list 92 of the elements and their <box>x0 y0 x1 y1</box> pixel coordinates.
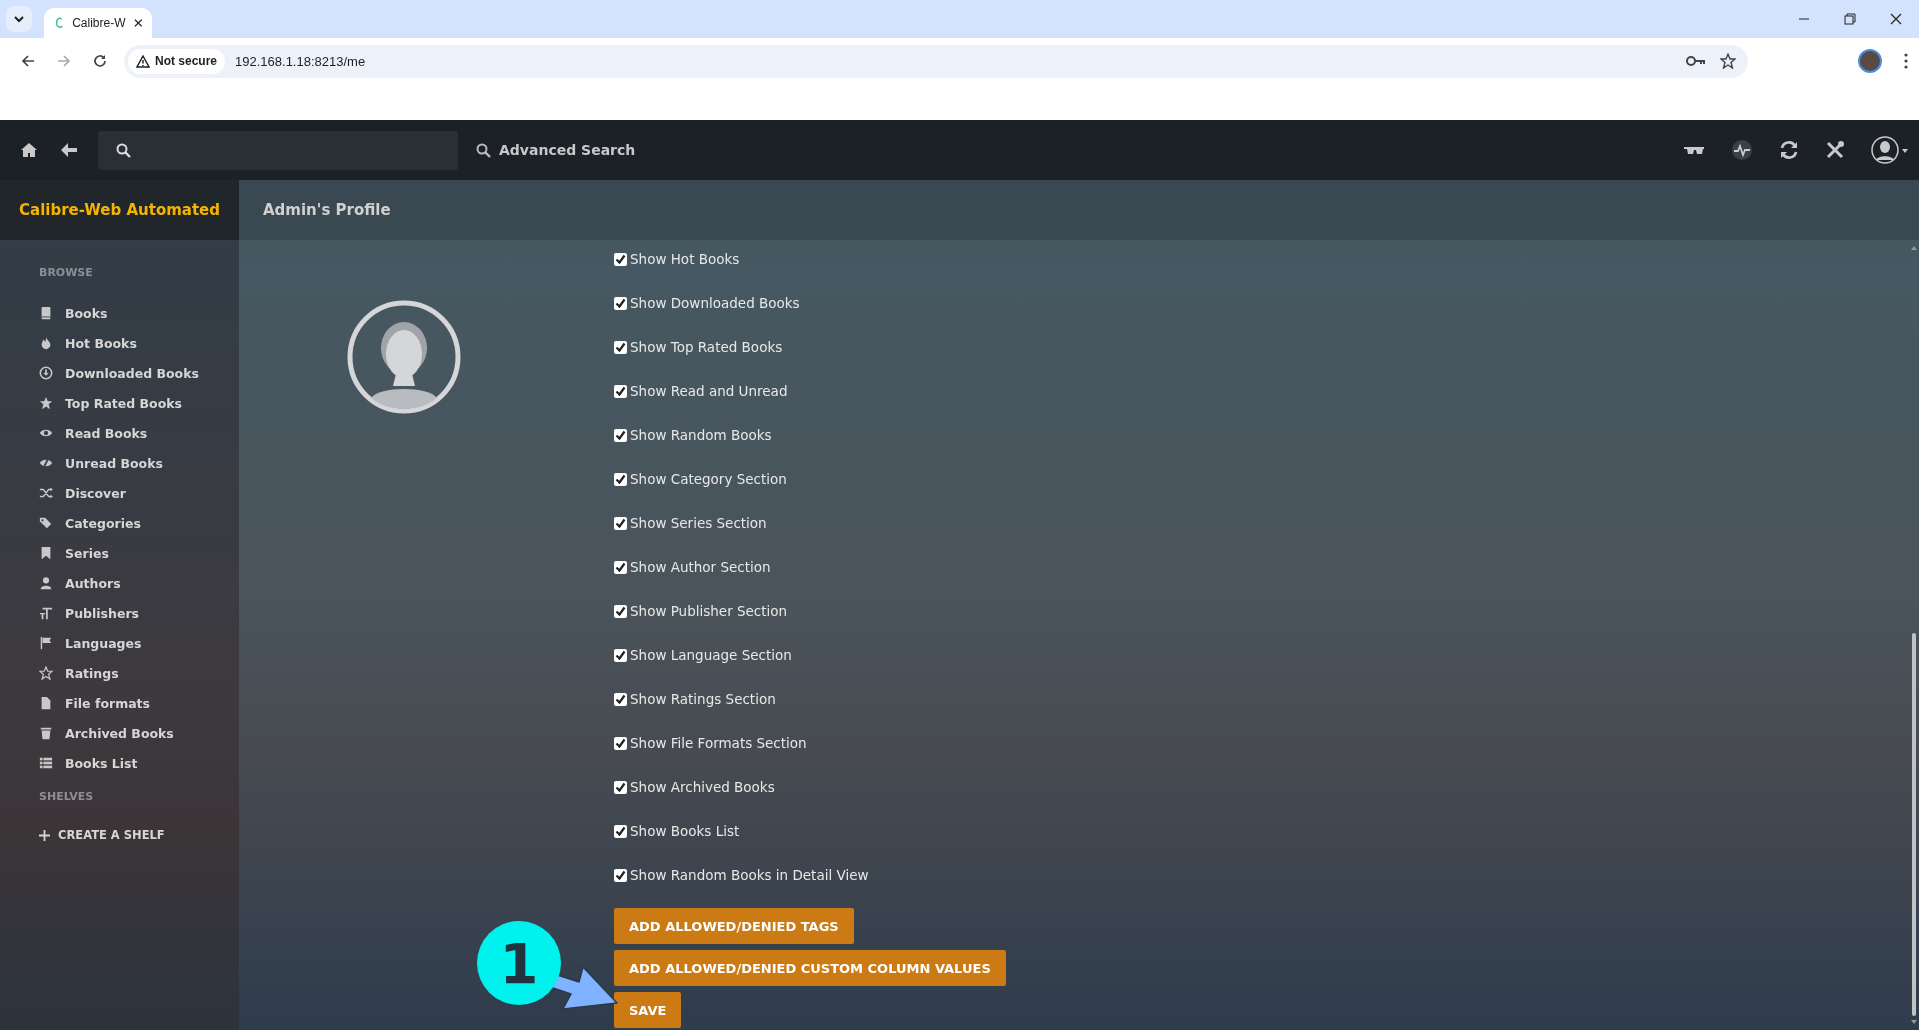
key-icon[interactable] <box>1686 55 1706 67</box>
brand-title[interactable]: Calibre-Web Automated <box>0 180 239 240</box>
list-icon <box>39 756 53 770</box>
shuffle-icon <box>39 486 53 500</box>
section-heading: BROWSE <box>39 264 94 281</box>
text-size-icon <box>39 606 53 620</box>
trash-icon <box>39 726 53 740</box>
checkbox-label: Show Random Books in Detail View <box>630 867 869 883</box>
sidebar-item[interactable]: Read Books <box>39 418 239 448</box>
sync-icon[interactable] <box>1779 140 1799 160</box>
sidebar-item[interactable]: File formats <box>39 688 239 718</box>
warning-icon <box>136 54 150 68</box>
sidebar-item[interactable]: Top Rated Books <box>39 388 239 418</box>
checkbox[interactable] <box>614 252 627 266</box>
sidebar-item[interactable]: Books List <box>39 748 239 778</box>
checkbox[interactable] <box>614 824 627 838</box>
home-icon[interactable] <box>20 142 38 158</box>
sidebar-item[interactable]: Series <box>39 538 239 568</box>
file-icon <box>39 696 53 710</box>
checkbox-label: Show Books List <box>630 823 740 839</box>
checkbox[interactable] <box>614 340 627 354</box>
checkbox-label: Show Category Section <box>630 471 787 487</box>
back-arrow-icon[interactable] <box>21 54 35 68</box>
checkbox[interactable] <box>614 560 627 574</box>
sidebar-item[interactable]: Downloaded Books <box>39 358 239 388</box>
chevron-down-icon <box>13 13 25 25</box>
search-icon <box>476 142 491 158</box>
sidebar-item[interactable]: Ratings <box>39 658 239 688</box>
back-arrow-icon[interactable] <box>60 142 78 158</box>
search-field[interactable] <box>98 130 458 170</box>
checkbox[interactable] <box>614 428 627 442</box>
checkbox-label: Show File Formats Section <box>630 735 807 751</box>
tools-icon[interactable] <box>1825 140 1845 160</box>
checkbox-label: Show Ratings Section <box>630 691 776 707</box>
create-shelf-link[interactable]: CREATE A SHELF <box>39 828 239 842</box>
reload-icon[interactable] <box>93 54 107 68</box>
plus-icon <box>39 829 50 841</box>
checkbox-label: Show Publisher Section <box>630 603 788 619</box>
profile-avatar[interactable] <box>1858 49 1882 73</box>
flag-icon <box>39 636 53 650</box>
checkbox[interactable] <box>614 516 627 530</box>
sidebar-item[interactable]: Books <box>39 298 239 328</box>
search-icon <box>116 142 131 158</box>
sidebar-item[interactable]: Authors <box>39 568 239 598</box>
eye-slash-icon <box>39 456 53 470</box>
checkbox-label: Show Read and Unread <box>630 383 788 399</box>
checkbox-label: Show Author Section <box>630 559 771 575</box>
checkbox-label: Show Random Books <box>630 427 772 443</box>
address-text[interactable]: 192.168.1.18:8213/me <box>235 53 366 69</box>
sidebar-item[interactable]: Unread Books <box>39 448 239 478</box>
sidebar-item[interactable]: Categories <box>39 508 239 538</box>
app-logo-icon <box>54 15 65 31</box>
checkbox-label: Show Archived Books <box>630 779 775 795</box>
checkbox-label: Show Hot Books <box>630 251 740 267</box>
checkbox[interactable] <box>614 472 627 486</box>
activity-icon[interactable] <box>1731 139 1753 161</box>
close-icon[interactable] <box>133 18 142 28</box>
checkbox[interactable] <box>614 648 627 662</box>
user-icon <box>39 576 53 590</box>
flame-icon <box>39 336 53 350</box>
user-avatar-icon[interactable] <box>1871 135 1909 165</box>
book-icon <box>39 306 53 320</box>
page-title: Admin's Profile <box>239 180 1919 240</box>
browser-tab[interactable]: Calibre-W <box>44 8 152 38</box>
bookmark-icon <box>39 546 53 560</box>
checkbox[interactable] <box>614 736 627 750</box>
checkbox-label: Show Language Section <box>630 647 792 663</box>
checkbox[interactable] <box>614 604 627 618</box>
checkbox[interactable] <box>614 868 627 882</box>
sidebar-item[interactable]: Hot Books <box>39 328 239 358</box>
checkbox[interactable] <box>614 296 627 310</box>
section-heading: SHELVES <box>39 788 95 805</box>
more-menu-icon[interactable] <box>1904 53 1908 69</box>
user-avatar-icon <box>347 300 461 414</box>
checkbox[interactable] <box>614 780 627 794</box>
tab-list-button[interactable] <box>6 6 32 32</box>
star-icon <box>39 396 53 410</box>
checkbox[interactable] <box>614 384 627 398</box>
download-icon <box>39 366 53 380</box>
security-chip[interactable]: Not secure <box>128 48 226 74</box>
tags-icon <box>39 516 53 530</box>
star-icon[interactable] <box>1720 53 1736 69</box>
checkbox[interactable] <box>614 692 627 706</box>
advanced-search-link[interactable]: Advanced Search <box>476 142 636 158</box>
sidebar-item[interactable]: Publishers <box>39 598 239 628</box>
checkbox-label: Show Top Rated Books <box>630 339 783 355</box>
sidebar-item[interactable]: Languages <box>39 628 239 658</box>
sidebar-item[interactable]: Discover <box>39 478 239 508</box>
checkbox-label: Show Downloaded Books <box>630 295 800 311</box>
star-outline-icon <box>39 666 53 680</box>
checkbox-label: Show Series Section <box>630 515 767 531</box>
sidebar-item[interactable]: Archived Books <box>39 718 239 748</box>
